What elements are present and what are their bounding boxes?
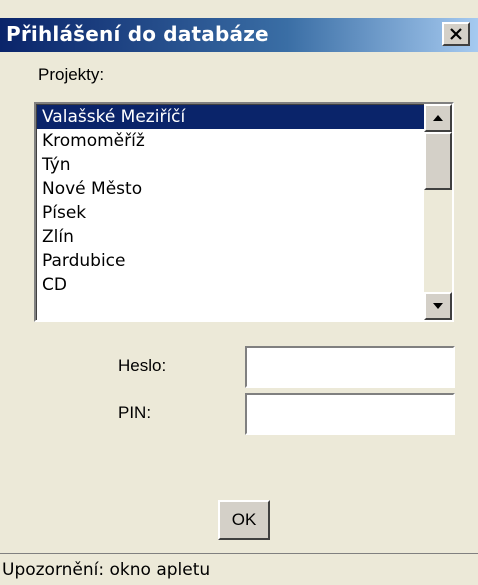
list-item[interactable]: Nové Město	[37, 177, 424, 201]
list-item[interactable]: Zlín	[37, 225, 424, 249]
scroll-thumb[interactable]	[424, 132, 452, 190]
ok-button[interactable]: OK	[218, 500, 270, 540]
password-field[interactable]	[245, 346, 455, 388]
list-item[interactable]: Písek	[37, 201, 424, 225]
scroll-up-button[interactable]	[424, 104, 452, 132]
close-icon	[450, 28, 462, 40]
arrow-up-icon	[433, 115, 443, 121]
list-item[interactable]: CD	[37, 273, 424, 297]
window-title: Přihlášení do databáze	[6, 22, 269, 46]
status-bar: Upozornění: okno apletu	[0, 553, 478, 585]
login-dialog: Přihlášení do databáze Projekty: Valašsk…	[0, 0, 478, 585]
close-button[interactable]	[442, 22, 470, 46]
pin-label: PIN:	[118, 403, 152, 422]
projects-listbox[interactable]: Valašské Meziříčí Kromoměříž Týn Nové Mě…	[34, 102, 454, 322]
list-item[interactable]: Kromoměříž	[37, 129, 424, 153]
list-item[interactable]: Pardubice	[37, 249, 424, 273]
projects-list: Valašské Meziříčí Kromoměříž Týn Nové Mě…	[36, 104, 424, 320]
pin-field[interactable]	[245, 393, 455, 435]
scroll-down-button[interactable]	[424, 292, 452, 320]
list-item[interactable]: Týn	[37, 153, 424, 177]
applet-warning-text: Upozornění: okno apletu	[2, 560, 211, 580]
arrow-down-icon	[433, 303, 443, 309]
list-item[interactable]: Valašské Meziříčí	[37, 105, 424, 129]
password-label: Heslo:	[118, 356, 167, 375]
list-scrollbar[interactable]	[424, 104, 452, 320]
title-bar[interactable]: Přihlášení do databáze	[0, 18, 478, 52]
projects-label: Projekty:	[38, 65, 105, 84]
